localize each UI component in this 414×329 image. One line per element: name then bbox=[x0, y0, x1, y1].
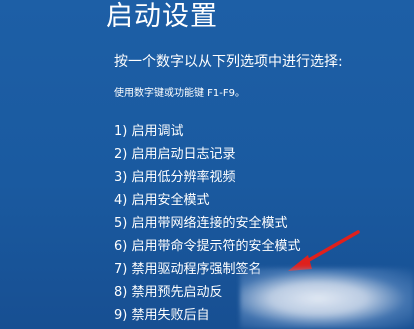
watermark-blur bbox=[240, 268, 414, 329]
startup-settings-screen: 启动设置 按一个数字以从下列选项中进行选择: 使用数字键或功能键 F1-F9。 … bbox=[0, 0, 414, 329]
option-enable-debugging[interactable]: 1) 启用调试 bbox=[114, 120, 300, 143]
option-enable-safe-mode[interactable]: 4) 启用安全模式 bbox=[114, 189, 300, 212]
option-enable-boot-logging[interactable]: 2) 启用启动日志记录 bbox=[114, 143, 300, 166]
option-safe-mode-command-prompt[interactable]: 6) 启用带命令提示符的安全模式 bbox=[114, 235, 300, 258]
page-title: 启动设置 bbox=[106, 1, 218, 32]
option-safe-mode-networking[interactable]: 5) 启用带网络连接的安全模式 bbox=[114, 212, 300, 235]
option-enable-low-resolution-video[interactable]: 3) 启用低分辨率视频 bbox=[114, 166, 300, 189]
key-hint: 使用数字键或功能键 F1-F9。 bbox=[114, 88, 246, 99]
selection-prompt: 按一个数字以从下列选项中进行选择: bbox=[114, 54, 343, 70]
